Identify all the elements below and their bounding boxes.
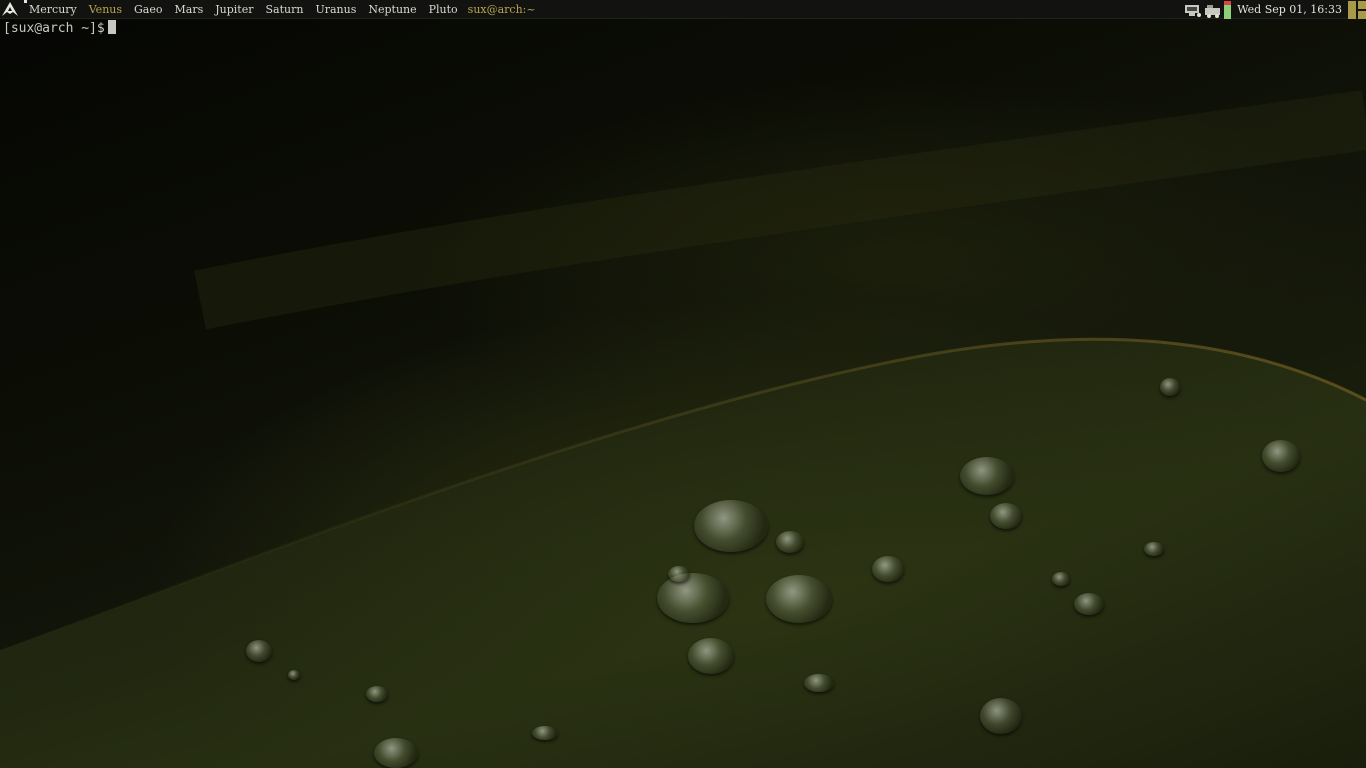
water-drop bbox=[668, 566, 690, 582]
arch-logo-icon[interactable] bbox=[1, 0, 19, 19]
workspace-venus[interactable]: Venus bbox=[83, 0, 128, 19]
workspace-mercury[interactable]: Mercury bbox=[23, 0, 83, 19]
workspace-gaeo[interactable]: Gaeo bbox=[128, 0, 168, 19]
workspace-list: Mercury Venus Gaeo Mars Jupiter Saturn Uranus N… bbox=[23, 0, 464, 19]
status-area: Wed Sep 01, 16:33 bbox=[1184, 0, 1366, 19]
water-drop bbox=[688, 638, 734, 674]
water-drop bbox=[1262, 440, 1300, 472]
water-drop bbox=[960, 457, 1014, 495]
water-drop bbox=[532, 726, 558, 740]
clock[interactable]: Wed Sep 01, 16:33 bbox=[1237, 3, 1342, 16]
shell-prompt: [sux@arch ~]$ bbox=[3, 21, 105, 36]
water-drop bbox=[1160, 378, 1180, 396]
water-drop bbox=[1074, 593, 1104, 615]
water-drop bbox=[694, 500, 768, 552]
water-drop bbox=[657, 573, 729, 623]
terminal-cursor bbox=[107, 20, 116, 34]
desktop: Mercury Venus Gaeo Mars Jupiter Saturn Uranus N… bbox=[0, 0, 1366, 768]
battery-icon[interactable] bbox=[1224, 0, 1232, 19]
usb-drive-icon[interactable] bbox=[1204, 0, 1222, 19]
water-drop bbox=[980, 698, 1022, 734]
water-drop bbox=[288, 670, 300, 680]
water-drop bbox=[872, 556, 904, 582]
water-drop bbox=[366, 686, 388, 702]
water-drop bbox=[990, 503, 1022, 529]
tile-layout-icon[interactable] bbox=[1348, 0, 1366, 19]
workspace-pluto[interactable]: Pluto bbox=[423, 0, 464, 19]
water-drop bbox=[374, 738, 418, 768]
network-icon[interactable] bbox=[1184, 0, 1202, 19]
workspace-neptune[interactable]: Neptune bbox=[362, 0, 422, 19]
workspace-saturn[interactable]: Saturn bbox=[259, 0, 309, 19]
water-drop bbox=[776, 531, 804, 553]
top-panel: Mercury Venus Gaeo Mars Jupiter Saturn Uranus N… bbox=[0, 0, 1366, 19]
water-drop bbox=[804, 674, 834, 692]
water-drop bbox=[246, 640, 272, 662]
workspace-jupiter[interactable]: Jupiter bbox=[209, 0, 259, 19]
terminal[interactable]: [sux@arch ~]$ bbox=[3, 20, 116, 37]
water-drop bbox=[1144, 542, 1164, 556]
water-drop bbox=[1052, 572, 1070, 586]
workspace-uranus[interactable]: Uranus bbox=[309, 0, 362, 19]
water-drop bbox=[766, 575, 832, 623]
window-title: sux@arch:~ bbox=[467, 2, 536, 16]
workspace-mars[interactable]: Mars bbox=[169, 0, 210, 19]
